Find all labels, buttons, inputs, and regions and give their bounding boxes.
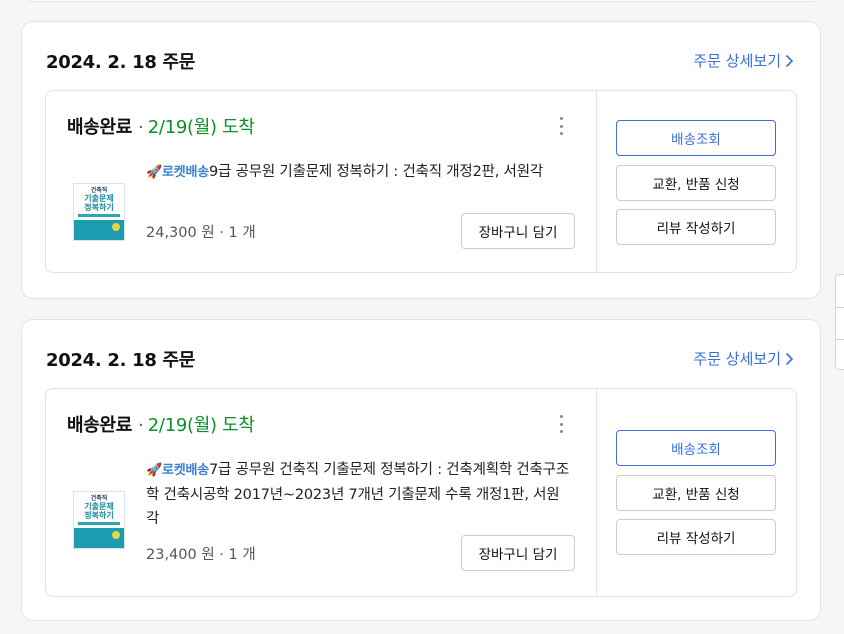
order-detail-link[interactable]: 주문 상세보기 [693,348,794,369]
rocket-delivery-badge: 🚀로켓배송 [146,165,210,180]
order-date: 2024. 2. 18 주문 [46,350,196,371]
product-title[interactable]: 🚀로켓배송7급 공무원 건축직 기출문제 정복하기 : 건축계획학 건축구조학 … [146,458,571,531]
price-quantity: 24,300 원 · 1 개 [146,225,256,241]
chevron-right-icon [785,352,794,365]
more-options-icon[interactable] [554,413,568,435]
cover-band [74,220,124,240]
cover-text: 기출문제 [84,502,114,511]
cover-bar [78,214,120,217]
cover-text: 정복하기 [84,511,114,520]
cover-bar [78,522,120,525]
cover-text: 건축직 [90,187,108,194]
product-title-text: 7급 공무원 건축직 기출문제 정복하기 : 건축계획학 건축구조학 건축시공학… [146,462,569,527]
arrival-date: 2/19(월) 도착 [147,415,255,436]
order-date: 2024. 2. 18 주문 [46,52,196,73]
delivery-status: 배송완료 [67,415,133,436]
divider [836,339,844,340]
order-card: 2024. 2. 18 주문 주문 상세보기 배송완료 · 2/19(월) 도착… [21,319,821,621]
price-quantity: 23,400 원 · 1 개 [146,547,256,563]
exchange-return-button[interactable]: 교환, 반품 신청 [616,475,776,511]
cover-band [74,528,124,548]
write-review-button[interactable]: 리뷰 작성하기 [616,519,776,555]
floating-side-tab[interactable] [835,274,844,370]
more-options-icon[interactable] [554,115,568,137]
cover-text: 정복하기 [84,203,114,212]
chevron-right-icon [785,54,794,67]
product-pane: 배송완료 · 2/19(월) 도착 건축직 기출문제 정복하기 🚀로켓배송7급 … [46,389,597,596]
order-detail-link-label: 주문 상세보기 [693,52,781,70]
exchange-return-button[interactable]: 교환, 반품 신청 [616,165,776,201]
divider [836,307,844,308]
add-to-cart-button[interactable]: 장바구니 담기 [461,535,575,571]
product-thumbnail[interactable]: 건축직 기출문제 정복하기 [73,183,125,241]
separator-dot: · [138,117,144,138]
track-delivery-button[interactable]: 배송조회 [616,120,776,156]
cover-text: 건축직 [90,495,108,502]
add-to-cart-button[interactable]: 장바구니 담기 [461,213,575,249]
shipment-box: 배송완료 · 2/19(월) 도착 건축직 기출문제 정복하기 🚀로켓배송9급 … [45,90,797,273]
cover-text: 기출문제 [84,194,114,203]
separator-dot: · [138,415,144,436]
order-card: 2024. 2. 18 주문 주문 상세보기 배송완료 · 2/19(월) 도착… [21,21,821,299]
order-detail-link[interactable]: 주문 상세보기 [693,50,794,71]
delivery-status: 배송완료 [67,117,133,138]
product-title[interactable]: 🚀로켓배송9급 공무원 기출문제 정복하기 : 건축직 개정2판, 서원각 [146,160,571,185]
order-detail-link-label: 주문 상세보기 [693,350,781,368]
delivery-status-line: 배송완료 · 2/19(월) 도착 [67,113,255,139]
delivery-status-line: 배송완료 · 2/19(월) 도착 [67,411,255,437]
write-review-button[interactable]: 리뷰 작성하기 [616,209,776,245]
product-title-text: 9급 공무원 기출문제 정복하기 : 건축직 개정2판, 서원각 [209,164,543,180]
shipment-box: 배송완료 · 2/19(월) 도착 건축직 기출문제 정복하기 🚀로켓배송7급 … [45,388,797,597]
previous-order-card [21,0,823,2]
rocket-delivery-badge: 🚀로켓배송 [146,463,210,478]
product-thumbnail[interactable]: 건축직 기출문제 정복하기 [73,491,125,549]
product-pane: 배송완료 · 2/19(월) 도착 건축직 기출문제 정복하기 🚀로켓배송9급 … [46,91,597,272]
track-delivery-button[interactable]: 배송조회 [616,430,776,466]
arrival-date: 2/19(월) 도착 [147,117,255,138]
